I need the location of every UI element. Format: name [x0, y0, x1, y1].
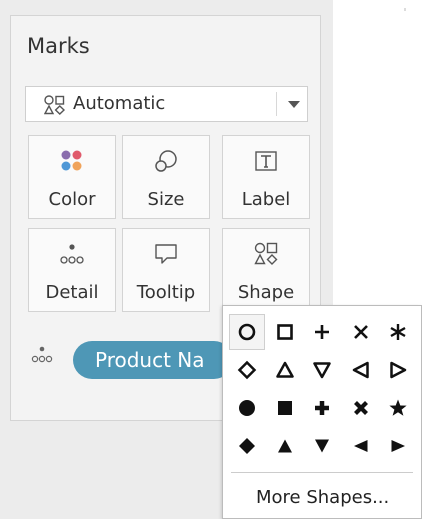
shape-option-triangle-up-outline[interactable]	[268, 353, 302, 387]
shape-option-x-filled[interactable]	[344, 391, 378, 425]
chevron-down-icon[interactable]	[288, 101, 300, 108]
asterisk-icon	[390, 324, 406, 340]
mark-type-dropdown[interactable]: Automatic	[25, 86, 308, 122]
shape-picker-popup: More Shapes...	[222, 305, 422, 519]
triangle-down-outline-icon	[313, 362, 331, 379]
shape-option-triangle-right-filled[interactable]	[381, 429, 415, 463]
shape-button[interactable]: Shape	[222, 228, 310, 312]
detail-icon	[29, 241, 115, 267]
triangle-up-filled-icon	[278, 439, 292, 453]
tooltip-button[interactable]: Tooltip	[122, 228, 210, 312]
label-button[interactable]: Label	[222, 135, 310, 219]
shape-option-triangle-left-outline[interactable]	[344, 353, 378, 387]
menu-divider	[231, 472, 413, 473]
shape-option-x[interactable]	[344, 315, 378, 349]
x-icon	[354, 325, 368, 339]
color-icon	[29, 148, 115, 174]
triangle-right-outline-icon	[390, 361, 407, 379]
diamond-filled-icon	[239, 438, 255, 454]
shape-option-triangle-left-filled[interactable]	[344, 429, 378, 463]
shape-option-triangle-up-filled[interactable]	[268, 429, 302, 463]
triangle-down-filled-icon	[315, 439, 329, 453]
dropdown-divider	[276, 92, 277, 116]
detail-label: Detail	[45, 282, 99, 303]
size-icon	[123, 148, 209, 174]
diamond-outline-icon	[237, 360, 257, 380]
shape-option-asterisk[interactable]	[381, 315, 415, 349]
shape-option-plus[interactable]	[305, 315, 339, 349]
mark-type-value: Automatic	[73, 93, 166, 114]
shape-label: Shape	[237, 282, 295, 303]
star-icon	[389, 399, 407, 416]
square-filled-icon	[278, 401, 292, 415]
detail-icon	[30, 343, 54, 369]
more-shapes-link[interactable]: More Shapes...	[256, 487, 389, 508]
plus-icon	[315, 325, 329, 339]
shape-option-star[interactable]	[381, 391, 415, 425]
size-button[interactable]: Size	[122, 135, 210, 219]
marks-title: Marks	[27, 34, 90, 58]
shape-option-square-filled[interactable]	[268, 391, 302, 425]
color-button[interactable]: Color	[28, 135, 116, 219]
triangle-left-filled-icon	[354, 440, 368, 452]
triangle-up-outline-icon	[276, 361, 294, 378]
label-label: Label	[241, 189, 291, 210]
tooltip-icon	[123, 241, 209, 267]
color-label: Color	[48, 189, 96, 210]
faint-mark	[404, 8, 406, 11]
shape-icon	[223, 241, 309, 267]
tooltip-label: Tooltip	[136, 282, 196, 303]
shape-option-triangle-down-filled[interactable]	[305, 429, 339, 463]
shape-option-diamond-outline[interactable]	[230, 353, 264, 387]
product-name-field-pill[interactable]: Product Na	[73, 341, 233, 379]
shape-option-circle-outline[interactable]	[229, 314, 265, 350]
triangle-right-filled-icon	[391, 440, 405, 452]
shape-option-triangle-down-outline[interactable]	[305, 353, 339, 387]
shape-option-plus-filled[interactable]	[305, 391, 339, 425]
shape-option-diamond-filled[interactable]	[230, 429, 264, 463]
x-filled-icon	[354, 401, 368, 415]
shape-option-triangle-right-outline[interactable]	[381, 353, 415, 387]
plus-filled-icon	[315, 401, 329, 415]
label-icon	[223, 148, 309, 174]
size-label: Size	[147, 189, 185, 210]
detail-button[interactable]: Detail	[28, 228, 116, 312]
shape-option-circle-filled[interactable]	[230, 391, 264, 425]
automatic-shapes-icon	[43, 95, 66, 119]
square-outline-icon	[277, 324, 293, 340]
triangle-left-outline-icon	[352, 361, 369, 379]
circle-outline-icon	[238, 323, 256, 341]
shape-option-square-outline[interactable]	[268, 315, 302, 349]
circle-filled-icon	[239, 400, 255, 416]
